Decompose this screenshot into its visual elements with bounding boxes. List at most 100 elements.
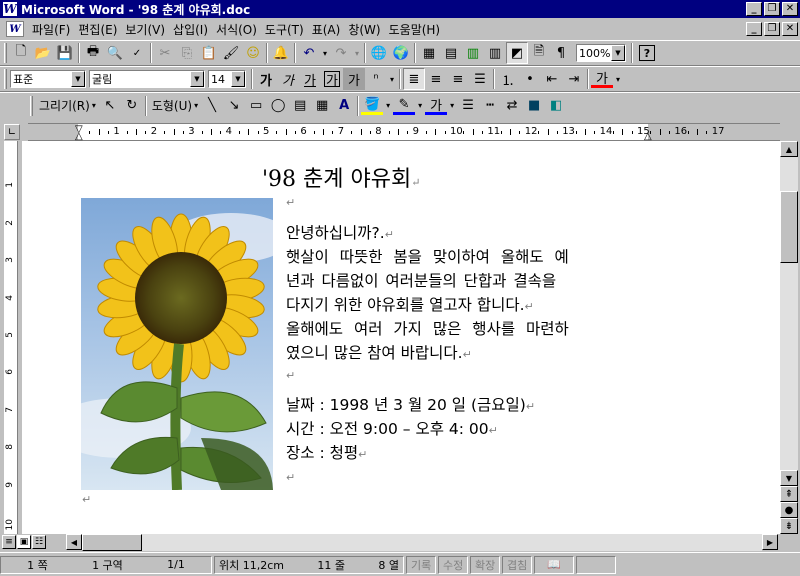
body-line-1[interactable]: 햇살이 따뜻한 봄을 맞이하여 올해도 예	[286, 245, 569, 269]
menu-file[interactable]: 파일(F)	[28, 21, 74, 38]
print-preview-icon[interactable]: 🔍	[104, 42, 126, 64]
status-trk[interactable]: 수정	[438, 555, 468, 574]
spelling-icon[interactable]: ✓	[126, 42, 148, 64]
date-line[interactable]: 날짜 : 1998 년 3 월 20 일 (금요일)↵	[286, 393, 535, 419]
font-color-button[interactable]: 가	[591, 70, 613, 88]
toolbar-grip[interactable]	[4, 69, 7, 89]
document-title[interactable]: '98 춘계 야유회↵	[262, 161, 420, 193]
restore-button[interactable]: ❐	[764, 2, 780, 16]
phonetic-icon[interactable]: ⁿ	[365, 68, 387, 90]
hscroll-thumb[interactable]	[82, 534, 142, 551]
body-line-2[interactable]: 년과 다름없이 여러분들의 단합과 결속을	[286, 269, 556, 293]
italic-button[interactable]: 가	[277, 68, 299, 90]
fill-color-dropdown-icon[interactable]: ▾	[383, 95, 393, 117]
bold-button[interactable]: 가	[255, 68, 277, 90]
scroll-track[interactable]	[82, 534, 762, 551]
status-ovr[interactable]: 겹침	[502, 555, 532, 574]
hyperlink-icon[interactable]: 🌐	[368, 42, 390, 64]
horizontal-scrollbar[interactable]: ≡ ▣ ☷ ◀ ▶	[0, 534, 780, 551]
align-justify-icon[interactable]: ≣	[403, 68, 425, 90]
line-color-dropdown-icon[interactable]: ▾	[415, 95, 425, 117]
autoshapes-menu-button[interactable]: 도형(U) ▾	[149, 97, 201, 114]
select-browse-object-icon[interactable]: ●	[780, 502, 798, 518]
rectangle-icon[interactable]: ▭	[245, 95, 267, 117]
tables-borders-icon[interactable]: ▦	[418, 42, 440, 64]
spelling-status-icon[interactable]: 📖	[534, 555, 574, 574]
save-icon[interactable]: 💾	[54, 42, 76, 64]
undo-dropdown-icon[interactable]: ▾	[320, 42, 330, 64]
document-icon[interactable]: W	[6, 21, 24, 37]
underline-button[interactable]: 가	[299, 68, 321, 90]
menu-tools[interactable]: 도구(T)	[261, 21, 308, 38]
dash-style-icon[interactable]: ┅	[479, 95, 501, 117]
copy-icon[interactable]: ⎘	[176, 42, 198, 64]
time-line[interactable]: 시간 : 오전 9:00 – 오후 4: 00↵	[286, 417, 498, 443]
bullets-icon[interactable]: •	[519, 68, 541, 90]
prev-page-icon[interactable]: ⇞	[780, 486, 798, 502]
menu-help[interactable]: 도움말(H)	[385, 21, 445, 38]
web-toolbar-icon[interactable]: 🌍	[390, 42, 412, 64]
body-line-4[interactable]: 올해에도 여러 가지 많은 행사를 마련하	[286, 317, 569, 341]
status-ext[interactable]: 확장	[470, 555, 500, 574]
scroll-up-icon[interactable]: ▲	[780, 141, 798, 157]
place-line[interactable]: 장소 : 청평↵	[286, 441, 367, 467]
outline-view-icon[interactable]: ☷	[32, 535, 46, 549]
chevron-down-icon[interactable]: ▼	[611, 45, 625, 61]
tab-selector-icon[interactable]: ∟	[4, 124, 20, 140]
show-hide-icon[interactable]: ¶	[550, 42, 572, 64]
menu-insert[interactable]: 삽입(I)	[169, 21, 212, 38]
scroll-left-icon[interactable]: ◀	[66, 534, 82, 550]
shadow-icon[interactable]: ■	[523, 95, 545, 117]
menu-format[interactable]: 서식(O)	[212, 21, 261, 38]
new-icon[interactable]: 🗋	[10, 42, 32, 64]
oval-icon[interactable]: ◯	[267, 95, 289, 117]
distribute-icon[interactable]: ☰	[469, 68, 491, 90]
style-select[interactable]: 표준 ▼	[10, 70, 86, 88]
arrow-style-icon[interactable]: ⇄	[501, 95, 523, 117]
toolbar-grip[interactable]	[30, 95, 33, 116]
text-color-dropdown-icon[interactable]: ▾	[447, 95, 457, 117]
phonetic-dropdown-icon[interactable]: ▾	[387, 68, 397, 90]
empty-paragraph[interactable]: ↵	[286, 196, 295, 210]
status-rec[interactable]: 기록	[406, 555, 436, 574]
smiley-icon[interactable]: ☺	[242, 42, 264, 64]
arrow-icon[interactable]: ↘	[223, 95, 245, 117]
menu-window[interactable]: 창(W)	[344, 21, 384, 38]
zoom-select[interactable]: 100% ▼	[576, 44, 626, 62]
insert-excel-icon[interactable]: ▥	[462, 42, 484, 64]
doc-minimize-button[interactable]: _	[746, 22, 762, 36]
insert-table-icon[interactable]: ▤	[440, 42, 462, 64]
redo-dropdown-icon[interactable]: ▾	[352, 42, 362, 64]
undo-icon[interactable]: ↶	[298, 42, 320, 64]
close-button[interactable]: ✕	[782, 2, 798, 16]
decrease-indent-icon[interactable]: ⇤	[541, 68, 563, 90]
char-shading-button[interactable]: 가	[343, 68, 365, 90]
toolbar-grip[interactable]	[4, 43, 7, 63]
char-border-button[interactable]: 가	[321, 68, 343, 90]
minimize-button[interactable]: _	[746, 2, 762, 16]
empty-paragraph[interactable]: ↵	[286, 471, 295, 485]
horizontal-ruler[interactable]: 1 2 3 4 5 6 7 8 9 10 11 12 13 14 15 16 17 ▽ △ △	[28, 123, 780, 142]
line-style-icon[interactable]: ☰	[457, 95, 479, 117]
doc-restore-button[interactable]: ❐	[764, 22, 780, 36]
line-icon[interactable]: ╲	[201, 95, 223, 117]
wordart-icon[interactable]: ▦	[311, 95, 333, 117]
align-center-icon[interactable]: ≡	[425, 68, 447, 90]
vertical-scrollbar[interactable]: ▲ ▼ ⇞ ● ⇟	[780, 141, 798, 534]
scroll-thumb[interactable]	[780, 191, 798, 263]
greeting-line[interactable]: 안녕하십니까?.↵	[286, 221, 394, 247]
format-painter-icon[interactable]: 🖌	[220, 42, 242, 64]
chevron-down-icon[interactable]: ▼	[231, 71, 245, 87]
text-color-button[interactable]: 가	[425, 97, 448, 115]
scroll-right-icon[interactable]: ▶	[762, 534, 778, 550]
word-app-icon[interactable]: W	[3, 2, 17, 16]
font-size-select[interactable]: 14 ▼	[208, 70, 246, 88]
empty-paragraph[interactable]: ↵	[82, 493, 91, 507]
fill-color-icon[interactable]: 🪣	[361, 97, 384, 115]
chevron-down-icon[interactable]: ▼	[71, 71, 85, 87]
free-rotate-icon[interactable]: ↻	[121, 95, 143, 117]
print-icon[interactable]: 🖶	[82, 42, 104, 64]
text-box-icon[interactable]: ▤	[289, 95, 311, 117]
numbering-icon[interactable]: ⒈	[497, 68, 519, 90]
document-page[interactable]: '98 춘계 야유회↵ ↵ 안녕하십니까?.↵ 햇살이 따뜻한 봄을 맞이하여 …	[22, 141, 780, 534]
